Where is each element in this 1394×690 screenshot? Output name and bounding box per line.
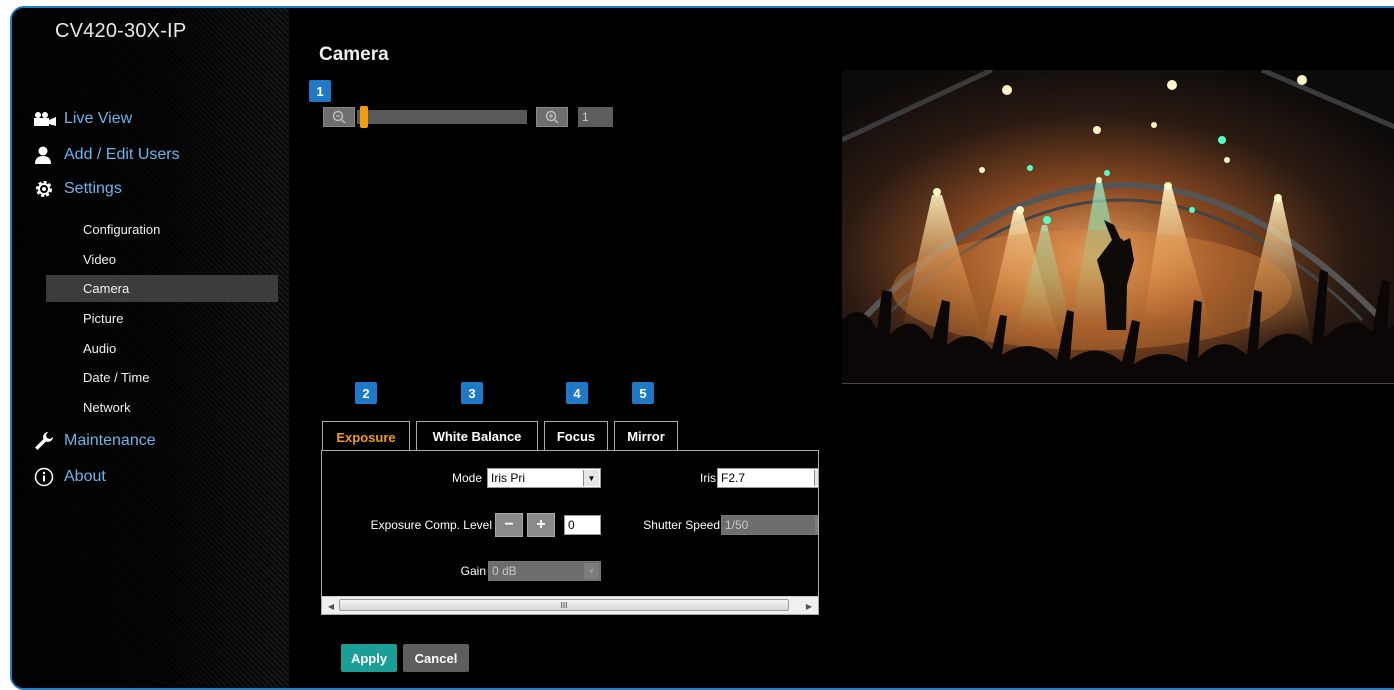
nav-sub-label: Picture [83, 311, 124, 326]
iris-value: F2.7 [721, 471, 746, 485]
info-icon [34, 467, 64, 487]
exposure-comp-field[interactable]: 0 [564, 515, 601, 535]
gain-label: Gain [460, 564, 486, 578]
app-title: CV420-30X-IP [55, 20, 187, 42]
nav-label: Maintenance [64, 432, 156, 449]
scroll-right-icon[interactable]: ▶ [803, 600, 815, 612]
chevron-down-icon: ▼ [583, 563, 599, 579]
nav-label: About [64, 468, 106, 485]
zoom-slider-handle[interactable] [360, 106, 368, 128]
callout-badge-1: 1 [309, 80, 331, 102]
exposure-comp-plus-button[interactable]: + [527, 513, 555, 537]
nav-label: Live View [64, 110, 133, 127]
chevron-down-icon: ▼ [814, 470, 818, 486]
sidebar-item-audio[interactable]: Audio [46, 335, 278, 362]
tab-white-balance[interactable]: White Balance [416, 421, 538, 450]
nav-settings[interactable]: Settings [34, 176, 122, 202]
app-frame: CV420-30X-IP Live View Add / Edit Users … [10, 6, 1394, 690]
scrollbar-thumb[interactable]: III [339, 599, 789, 611]
live-preview-image [842, 70, 1394, 384]
sidebar-item-date-time[interactable]: Date / Time [46, 364, 278, 391]
cancel-button[interactable]: Cancel [403, 644, 469, 672]
nav-sub-label: Network [83, 400, 131, 415]
nav-label: Settings [64, 180, 122, 197]
iris-label: Iris [700, 471, 716, 485]
mode-label: Mode [451, 471, 482, 485]
callout-badge-3: 3 [461, 382, 483, 404]
mode-select[interactable]: Iris Pri ▼ [487, 468, 601, 488]
nav-sub-label: Video [83, 252, 117, 267]
gain-value: 0 dB [492, 564, 517, 578]
tab-focus[interactable]: Focus [544, 421, 608, 450]
iris-select[interactable]: F2.7 ▼ [717, 468, 818, 488]
sidebar: CV420-30X-IP Live View Add / Edit Users … [12, 8, 289, 688]
nav-sub-label: Configuration [83, 222, 161, 237]
chevron-down-icon: ▼ [583, 470, 599, 486]
sidebar-item-picture[interactable]: Picture [46, 305, 278, 332]
zoom-out-button[interactable] [323, 107, 355, 127]
shutter-speed-value: 1/50 [725, 518, 749, 532]
chevron-down-icon: ▼ [814, 517, 818, 533]
sidebar-item-camera[interactable]: Camera [46, 275, 278, 302]
callout-badge-4: 4 [566, 382, 588, 404]
callout-badge-2: 2 [355, 382, 377, 404]
page-title: Camera [319, 44, 389, 65]
gain-select[interactable]: 0 dB ▼ [488, 561, 601, 581]
wrench-icon [34, 431, 64, 451]
sidebar-item-configuration[interactable]: Configuration [46, 216, 278, 243]
nav-about[interactable]: About [34, 464, 106, 490]
shutter-speed-select[interactable]: 1/50 ▼ [721, 515, 818, 535]
exposure-comp-label: Exposure Comp. Level [370, 518, 492, 532]
mode-value: Iris Pri [491, 471, 525, 485]
nav-live-view[interactable]: Live View [34, 106, 132, 132]
scroll-left-icon[interactable]: ◀ [325, 600, 337, 612]
nav-sub-label: Audio [83, 341, 117, 356]
nav-maintenance[interactable]: Maintenance [34, 428, 156, 454]
sidebar-item-network[interactable]: Network [46, 394, 278, 421]
zoom-in-icon [545, 110, 559, 124]
gear-icon [34, 179, 64, 199]
nav-label: Add / Edit Users [64, 146, 180, 163]
sidebar-item-video[interactable]: Video [46, 246, 278, 273]
zoom-out-icon [332, 110, 346, 124]
nav-sub-label: Camera [83, 281, 130, 296]
exposure-comp-minus-button[interactable]: − [495, 513, 523, 537]
exposure-panel: Mode Iris Pri ▼ Iris F2.7 ▼ Exposure Com… [321, 450, 819, 615]
horizontal-scrollbar[interactable]: ◀ III ▶ [322, 596, 818, 614]
zoom-value-field[interactable]: 1 [578, 107, 613, 127]
shutter-speed-label: Shutter Speed [643, 518, 720, 532]
callout-badge-5: 5 [632, 382, 654, 404]
nav-add-edit-users[interactable]: Add / Edit Users [34, 142, 180, 168]
nav-sub-label: Date / Time [83, 370, 150, 385]
scrollbar-grip: III [560, 600, 568, 610]
video-camera-icon [34, 109, 64, 129]
tab-exposure[interactable]: Exposure [322, 421, 410, 452]
zoom-slider-track[interactable] [357, 110, 527, 124]
zoom-in-button[interactable] [536, 107, 568, 127]
apply-button[interactable]: Apply [341, 644, 397, 672]
tab-mirror[interactable]: Mirror [614, 421, 678, 450]
user-icon [34, 145, 64, 165]
